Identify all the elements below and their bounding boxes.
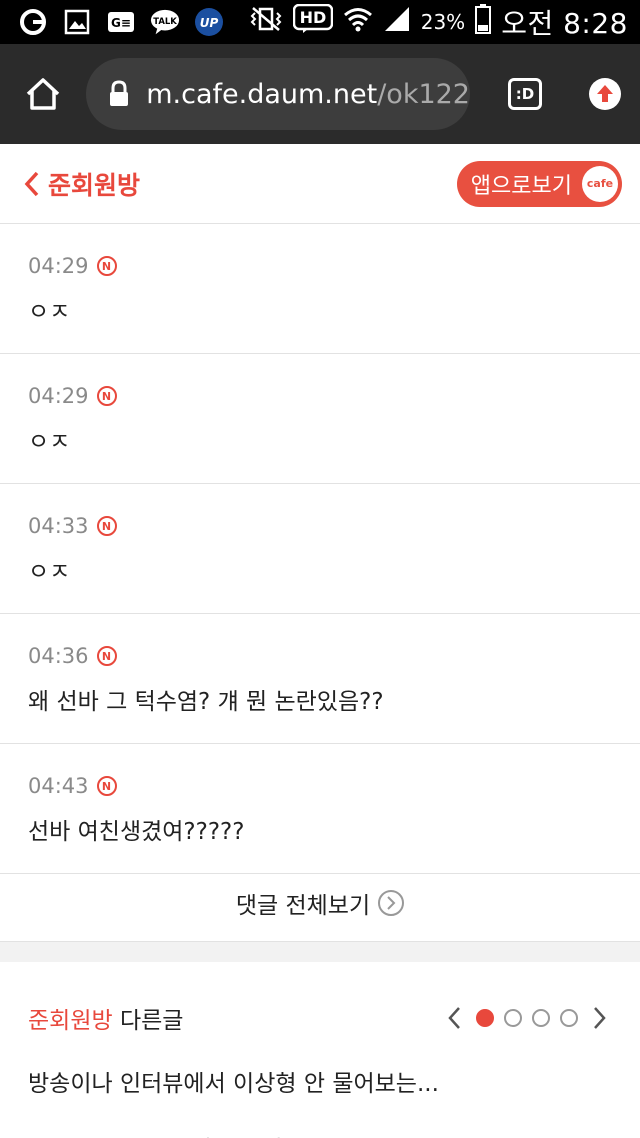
comment-time: 04:33: [28, 514, 89, 538]
other-posts-title: 준회원방 다른글: [28, 1001, 183, 1035]
svg-text:G≡: G≡: [111, 16, 131, 30]
chevron-right-circle-icon: [378, 889, 405, 916]
comment-list: 04:29 N ㅇㅈ 04:29 N ㅇㅈ 04:33 N ㅇㅈ 04:36 N…: [0, 224, 640, 874]
back-to-board-link[interactable]: 준회원방: [24, 166, 140, 202]
comment-item: 04:29 N ㅇㅈ: [0, 354, 640, 484]
comment-meta: 04:29 N: [28, 382, 612, 410]
system-icons: HD 23% 오전 8:28: [249, 2, 628, 42]
home-button[interactable]: [0, 44, 86, 144]
up-icon: UP: [194, 8, 224, 36]
comment-meta: 04:36 N: [28, 642, 612, 670]
comment-time: 04:29: [28, 384, 89, 408]
comment-item: 04:36 N 왜 선바 그 턱수염? 걔 뭔 논란있음??: [0, 614, 640, 744]
other-posts-pager: [442, 1003, 612, 1033]
comment-meta: 04:29 N: [28, 252, 612, 280]
page-dot-2[interactable]: [504, 1009, 522, 1027]
url-host: m.cafe.daum.net: [146, 78, 378, 110]
new-badge-icon: N: [96, 776, 117, 796]
next-page-button[interactable]: [588, 1003, 612, 1033]
new-badge-icon: N: [96, 256, 117, 276]
battery-icon: [475, 3, 492, 41]
cafe-logo-icon: cafe: [582, 165, 618, 202]
upload-button[interactable]: [570, 44, 640, 144]
browser-toolbar: m.cafe.daum.net/ok122 :D: [0, 44, 640, 144]
other-post-link[interactable]: 방송이나 인터뷰에서 이상형 안 물어보는...: [28, 1073, 612, 1134]
board-name: 준회원방: [48, 170, 141, 200]
battery-percent: 23%: [420, 10, 466, 34]
section-divider: [0, 942, 640, 962]
vibrate-icon: [249, 6, 283, 39]
comment-text: 왜 선바 그 턱수염? 걔 뭔 논란있음??: [28, 689, 384, 715]
page-dot-3[interactable]: [532, 1009, 550, 1027]
other-posts-header: 준회원방 다른글: [28, 962, 612, 1074]
notification-icons: G≡ TALK UP: [18, 8, 224, 36]
ge-icon: G≡: [106, 8, 136, 36]
cafe-header: 준회원방 앱으로보기 cafe: [0, 144, 640, 224]
clock: 오전 8:28: [501, 7, 628, 40]
open-in-app-label: 앱으로보기: [470, 173, 572, 199]
comment-time: 04:36: [28, 644, 89, 668]
comment-text: 선바 여친생겼여?????: [28, 819, 245, 845]
url-path: /ok122: [377, 78, 470, 110]
svg-text:TALK: TALK: [153, 16, 177, 26]
comment-time: 04:29: [28, 254, 89, 278]
talk-icon: TALK: [150, 8, 180, 36]
other-post-link[interactable]: 선바 이하음 짜이지 아니지 모르겠고 (5): [28, 1130, 612, 1138]
new-badge-icon: N: [96, 386, 117, 406]
svg-text:HD: HD: [299, 8, 326, 27]
tabs-icon: :D: [508, 78, 542, 110]
other-posts-board-name[interactable]: 준회원방: [28, 1008, 113, 1034]
open-in-app-button[interactable]: 앱으로보기 cafe: [456, 160, 622, 207]
gallery-icon: [62, 8, 92, 36]
lock-icon: [108, 80, 136, 108]
signal-icon: [383, 6, 411, 39]
chevron-left-icon: [448, 1007, 460, 1029]
comment-item: 04:33 N ㅇㅈ: [0, 484, 640, 614]
home-icon: [26, 78, 60, 110]
chevron-right-icon: [594, 1007, 606, 1029]
comment-item: 04:29 N ㅇㅈ: [0, 224, 640, 354]
g-icon: [18, 8, 48, 36]
view-all-comments-button[interactable]: 댓글 전체보기: [0, 864, 640, 942]
prev-page-button[interactable]: [442, 1003, 466, 1033]
page-dot-1[interactable]: [476, 1009, 494, 1027]
comment-text: ㅇㅈ: [28, 429, 71, 455]
comment-meta: 04:43 N: [28, 772, 612, 800]
url-text: m.cafe.daum.net/ok122: [146, 79, 470, 110]
comment-item: 04:43 N 선바 여친생겼여?????: [0, 744, 640, 874]
new-badge-icon: N: [96, 646, 117, 666]
comment-text: ㅇㅈ: [28, 299, 71, 325]
svg-text:UP: UP: [200, 16, 219, 30]
comment-text: ㅇㅈ: [28, 559, 71, 585]
other-posts-title-suffix: 다른글: [112, 1008, 184, 1034]
view-all-comments-label: 댓글 전체보기: [235, 892, 371, 919]
chevron-left-icon: [24, 171, 39, 196]
hd-icon: HD: [292, 3, 333, 41]
page-dot-4[interactable]: [560, 1009, 578, 1027]
upload-icon: [589, 78, 621, 110]
status-bar: G≡ TALK UP HD 23% 오전 8:28: [0, 0, 640, 44]
other-posts-section: 준회원방 다른글 방송이나 인터뷰에서 이상형 안 물어보는... 선바 이하음…: [0, 962, 640, 1138]
comment-meta: 04:33 N: [28, 512, 612, 540]
comment-time: 04:43: [28, 774, 89, 798]
wifi-icon: [343, 6, 373, 39]
new-badge-icon: N: [96, 516, 117, 536]
address-bar[interactable]: m.cafe.daum.net/ok122: [86, 58, 470, 130]
tabs-button[interactable]: :D: [480, 44, 570, 144]
